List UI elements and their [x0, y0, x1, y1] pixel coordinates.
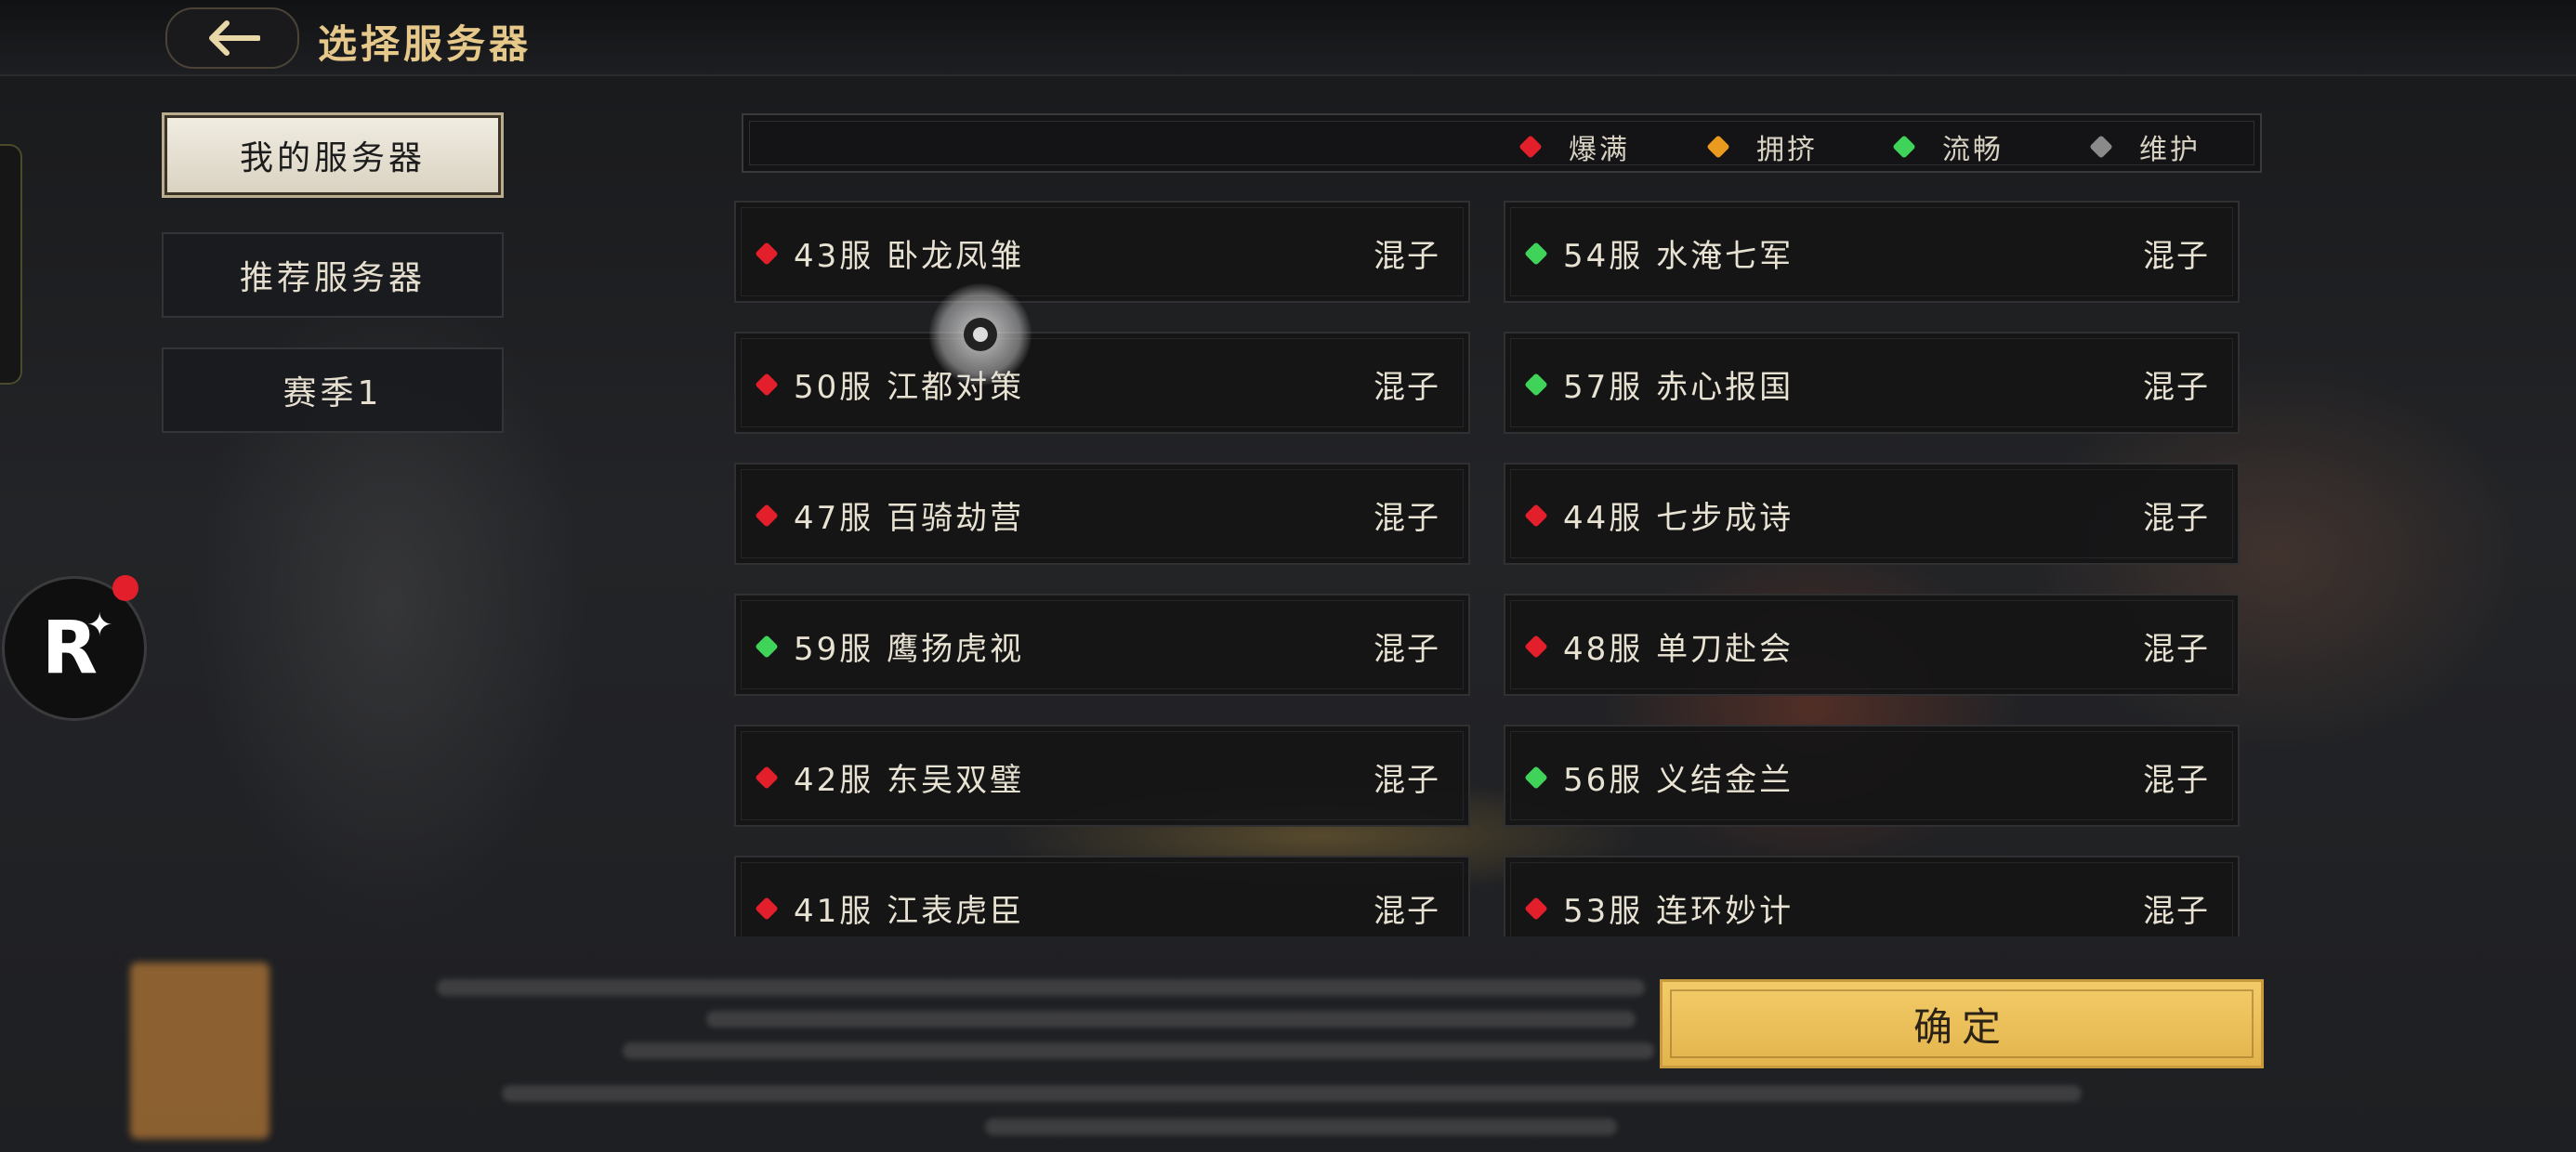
full-status-icon — [1518, 135, 1543, 159]
server-name: 47服 百骑劫营 — [794, 500, 1025, 537]
legend-item-crowded: 拥挤 — [1706, 126, 1818, 167]
legend-label: 爆满 — [1569, 134, 1630, 166]
server-name: 41服 江表虎臣 — [794, 893, 1025, 930]
legend-item-maintenance: 维护 — [2089, 126, 2201, 167]
server-item[interactable]: 50服 江都对策 混子 — [734, 332, 1470, 434]
server-item[interactable]: 54服 水淹七军 混子 — [1504, 201, 2240, 303]
server-name: 56服 义结金兰 — [1563, 762, 1794, 799]
server-item[interactable]: 42服 东吴双璧 混子 — [734, 725, 1470, 827]
blurred-notice-text — [706, 1011, 1636, 1028]
back-button[interactable] — [165, 7, 299, 69]
status-dot-icon — [755, 766, 779, 790]
legend-item-smooth: 流畅 — [1892, 126, 2004, 167]
server-item[interactable]: 41服 江表虎臣 混子 — [734, 856, 1470, 936]
blurred-notice-text — [985, 1119, 1617, 1135]
status-dot-icon — [1524, 766, 1548, 790]
server-item[interactable]: 43服 卧龙凤雏 混子 — [734, 201, 1470, 303]
legend-label: 拥挤 — [1756, 134, 1818, 166]
top-bar: 选择服务器 — [0, 0, 2576, 76]
blurred-qr-code — [130, 962, 269, 1139]
side-drawer-handle[interactable] — [0, 144, 22, 385]
status-dot-icon — [1524, 635, 1548, 659]
status-dot-icon — [1524, 897, 1548, 921]
server-role-tag: 混子 — [1373, 893, 1440, 930]
server-name: 54服 水淹七军 — [1563, 238, 1794, 275]
notification-dot — [112, 575, 138, 601]
server-item[interactable]: 48服 单刀赴会 混子 — [1504, 594, 2240, 696]
server-name: 59服 鹰扬虎视 — [794, 631, 1025, 668]
blurred-notice-text — [502, 1085, 2082, 1102]
server-name: 48服 单刀赴会 — [1563, 631, 1794, 668]
status-dot-icon — [1524, 504, 1548, 528]
blurred-notice-text — [437, 979, 1645, 996]
server-role-tag: 混子 — [2143, 762, 2210, 799]
server-role-tag: 混子 — [2143, 500, 2210, 537]
server-name: 53服 连环妙计 — [1563, 893, 1794, 930]
smooth-status-icon — [1892, 135, 1916, 159]
server-item[interactable]: 44服 七步成诗 混子 — [1504, 463, 2240, 565]
status-dot-icon — [755, 635, 779, 659]
confirm-label: 确定 — [1912, 1003, 2010, 1050]
maintenance-status-icon — [2089, 135, 2113, 159]
r-floating-button[interactable]: R ✦ — [2, 575, 147, 721]
confirm-button[interactable]: 确定 — [1660, 979, 2264, 1068]
legend-item-full: 爆满 — [1518, 126, 1630, 167]
status-dot-icon — [755, 373, 779, 397]
server-role-tag: 混子 — [1373, 631, 1440, 668]
server-role-tag: 混子 — [2143, 631, 2210, 668]
sparkle-icon: ✦ — [86, 607, 113, 644]
server-item[interactable]: 56服 义结金兰 混子 — [1504, 725, 2240, 827]
server-name: 42服 东吴双璧 — [794, 762, 1025, 799]
server-name: 43服 卧龙凤雏 — [794, 238, 1025, 275]
status-dot-icon — [1524, 242, 1548, 266]
blurred-notice-text — [623, 1042, 1654, 1059]
tab-recommended-servers[interactable]: 推荐服务器 — [162, 232, 504, 318]
status-legend: 爆满 拥挤 流畅 维护 — [742, 113, 2262, 173]
server-item[interactable]: 47服 百骑劫营 混子 — [734, 463, 1470, 565]
tab-my-servers[interactable]: 我的服务器 — [162, 112, 504, 198]
server-role-tag: 混子 — [1373, 238, 1440, 275]
page-title: 选择服务器 — [318, 21, 532, 67]
server-name: 44服 七步成诗 — [1563, 500, 1794, 537]
crowded-status-icon — [1706, 135, 1730, 159]
tab-season-1[interactable]: 赛季1 — [162, 347, 504, 433]
server-role-tag: 混子 — [2143, 369, 2210, 406]
legend-label: 流畅 — [1942, 134, 2004, 166]
server-role-tag: 混子 — [1373, 369, 1440, 406]
status-dot-icon — [1524, 373, 1548, 397]
server-item[interactable]: 53服 连环妙计 混子 — [1504, 856, 2240, 936]
server-name: 57服 赤心报国 — [1563, 369, 1794, 406]
server-item[interactable]: 57服 赤心报国 混子 — [1504, 332, 2240, 434]
server-role-tag: 混子 — [1373, 500, 1440, 537]
loading-spinner-icon — [929, 283, 1032, 386]
status-dot-icon — [755, 242, 779, 266]
status-dot-icon — [755, 897, 779, 921]
legend-label: 维护 — [2139, 134, 2201, 166]
server-role-tag: 混子 — [2143, 238, 2210, 275]
server-role-tag: 混子 — [2143, 893, 2210, 930]
server-role-tag: 混子 — [1373, 762, 1440, 799]
back-arrow-icon — [209, 20, 260, 56]
server-item[interactable]: 59服 鹰扬虎视 混子 — [734, 594, 1470, 696]
status-dot-icon — [755, 504, 779, 528]
